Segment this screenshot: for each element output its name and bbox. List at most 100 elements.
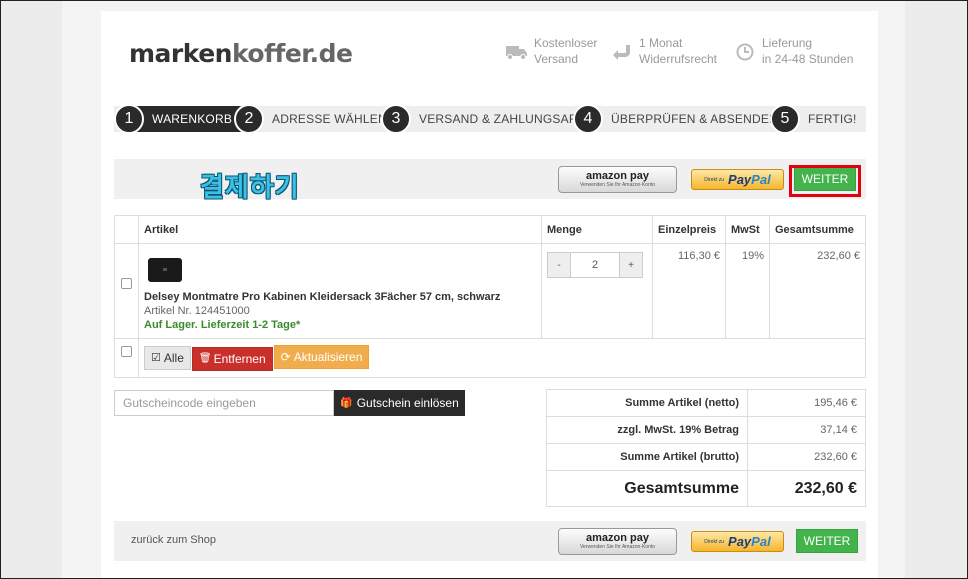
product-name[interactable]: Delsey Montmatre Pro Kabinen Kleidersack… [144, 290, 536, 304]
usp-line2: Versand [534, 52, 579, 66]
step-label: FERTIG! [808, 112, 857, 126]
grand-total-value: 232,60 € [747, 470, 866, 507]
update-button[interactable]: ⟳ Aktualisieren [273, 345, 370, 369]
check-square-icon: ☑ [151, 352, 161, 364]
step-done[interactable]: 5 FERTIG! [770, 104, 863, 134]
summary-label: Summe Artikel (brutto) [546, 443, 748, 471]
quantity-input[interactable]: 2 [571, 252, 619, 278]
paypal-brand-part2: Pal [751, 172, 771, 187]
step-address[interactable]: 2 ADRESSE WÄHLEN [234, 104, 393, 134]
amazon-pay-title: amazon pay [586, 169, 649, 182]
header-vat: MwSt [725, 215, 770, 244]
summary-label: zzgl. MwSt. 19% Betrag [546, 416, 748, 444]
stock-status: Auf Lager. Lieferzeit 1-2 Tage* [144, 319, 301, 331]
highlight-box [789, 165, 861, 197]
paypal-button[interactable]: Direkt zu PayPal [691, 531, 784, 552]
usp-line2: Widerrufsrecht [639, 52, 718, 66]
coupon-input[interactable]: Gutscheincode eingeben [114, 390, 334, 416]
gift-icon: 🎁 [340, 397, 353, 409]
checkout-bar-bottom: zurück zum Shop amazon pay Verwenden Sie… [114, 521, 866, 561]
summary-label: Summe Artikel (netto) [546, 389, 748, 417]
paypal-logo: PayPal [728, 534, 771, 549]
update-label: Aktualisieren [293, 350, 363, 364]
logo-text-part2: koffer.de [231, 39, 353, 68]
item-total: 232,60 € [769, 243, 866, 339]
item-checkbox[interactable] [121, 278, 132, 289]
summary-row: Summe Artikel (netto) 195,46 € [546, 389, 866, 417]
table-row: Delsey Montmatre Pro Kabinen Kleidersack… [114, 243, 866, 339]
weiter-button-bottom[interactable]: WEITER [796, 529, 858, 553]
redeem-coupon-button[interactable]: 🎁 Gutschein einlösen [334, 390, 465, 416]
refresh-icon: ⟳ [280, 350, 291, 364]
redeem-coupon-label: Gutschein einlösen [356, 396, 459, 410]
truck-icon [506, 41, 528, 63]
product-image[interactable] [148, 258, 182, 282]
summary-total-row: Gesamtsumme 232,60 € [546, 470, 866, 507]
step-label: VERSAND & ZAHLUNGSART [419, 112, 586, 126]
step-number: 2 [234, 104, 264, 134]
step-label: WARENKORB [130, 106, 243, 132]
order-summary: Summe Artikel (netto) 195,46 € zzgl. MwSt… [546, 389, 866, 507]
annotation-label: 결제하기 [200, 173, 300, 203]
amazon-pay-button[interactable]: amazon pay Verwenden Sie Ihr Amazon-Kont… [558, 528, 677, 555]
quantity-increase-button[interactable]: + [619, 252, 643, 278]
step-cart[interactable]: 1 WARENKORB [114, 104, 243, 134]
actions-row: ☑ Alle 🗑 Entfernen ⟳ Aktualisieren [114, 338, 866, 378]
select-all-label: Alle [163, 350, 184, 365]
quantity-stepper: - 2 + [547, 252, 647, 278]
usp-line1: 1 Monat [639, 36, 683, 50]
grand-total-label: Gesamtsumme [546, 470, 748, 507]
amazon-pay-button[interactable]: amazon pay Verwenden Sie Ihr Amazon-Kont… [558, 166, 677, 193]
select-all-checkbox[interactable] [121, 346, 132, 357]
paypal-brand-part1: Pay [728, 534, 752, 549]
paypal-direct-label: Direkt zu [704, 538, 725, 545]
summary-value: 232,60 € [747, 443, 866, 471]
cart-table: Artikel Menge Einzelpreis MwSt Gesamtsum… [114, 215, 866, 378]
usp-delivery: Lieferung in 24-48 Stunden [734, 35, 853, 67]
remove-label: Entfernen [213, 351, 266, 366]
summary-row: zzgl. MwSt. 19% Betrag 37,14 € [546, 416, 866, 444]
clock-icon [734, 41, 756, 63]
usp-line1: Kostenloser [534, 36, 598, 50]
quantity-decrease-button[interactable]: - [547, 252, 571, 278]
step-number: 4 [573, 104, 603, 134]
table-header-row: Artikel Menge Einzelpreis MwSt Gesamtsum… [114, 215, 866, 244]
article-cell: Delsey Montmatre Pro Kabinen Kleidersack… [138, 243, 542, 339]
select-all-button[interactable]: ☑ Alle [144, 345, 191, 370]
usp-free-shipping: Kostenloser Versand [506, 35, 597, 67]
row-select-cell [114, 243, 139, 339]
unit-price: 116,30 € [652, 243, 726, 339]
shop-logo[interactable]: markenkoffer.de [129, 39, 353, 68]
vat-rate: 19% [725, 243, 770, 339]
header-article: Artikel [138, 215, 542, 244]
amazon-pay-subtitle: Verwenden Sie Ihr Amazon-Konto [579, 181, 656, 188]
paypal-button[interactable]: Direkt zu PayPal [691, 169, 784, 190]
amazon-pay-subtitle: Verwenden Sie Ihr Amazon-Konto [579, 543, 656, 550]
quantity-cell: - 2 + [541, 243, 653, 339]
paypal-brand-part2: Pal [751, 534, 771, 549]
header-select [114, 215, 139, 244]
header-unit-price: Einzelpreis [652, 215, 726, 244]
paypal-logo: PayPal [728, 172, 771, 187]
back-to-shop-link[interactable]: zurück zum Shop [131, 534, 216, 546]
summary-value: 37,14 € [747, 416, 866, 444]
header-total: Gesamtsumme [769, 215, 866, 244]
step-label: ADRESSE WÄHLEN [272, 112, 387, 126]
remove-button[interactable]: 🗑 Entfernen [191, 346, 273, 371]
logo-text-part1: marken [129, 39, 232, 68]
summary-value: 195,46 € [747, 389, 866, 417]
step-review[interactable]: 4 ÜBERPRÜFEN & ABSENDEN [573, 104, 784, 134]
amazon-pay-title: amazon pay [586, 531, 649, 544]
usp-line2: in 24-48 Stunden [762, 52, 854, 66]
step-number: 5 [770, 104, 800, 134]
usp-line1: Lieferung [762, 36, 813, 50]
paypal-direct-label: Direkt zu [704, 176, 725, 183]
step-shipping-payment[interactable]: 3 VERSAND & ZAHLUNGSART [381, 104, 591, 134]
row-select-cell [114, 338, 139, 378]
step-label: ÜBERPRÜFEN & ABSENDEN [611, 112, 778, 126]
header-quantity: Menge [541, 215, 653, 244]
trash-icon: 🗑 [198, 353, 212, 364]
step-number: 1 [114, 104, 144, 134]
actions-cell: ☑ Alle 🗑 Entfernen ⟳ Aktualisieren [138, 338, 866, 378]
return-arrow-icon [611, 41, 633, 63]
